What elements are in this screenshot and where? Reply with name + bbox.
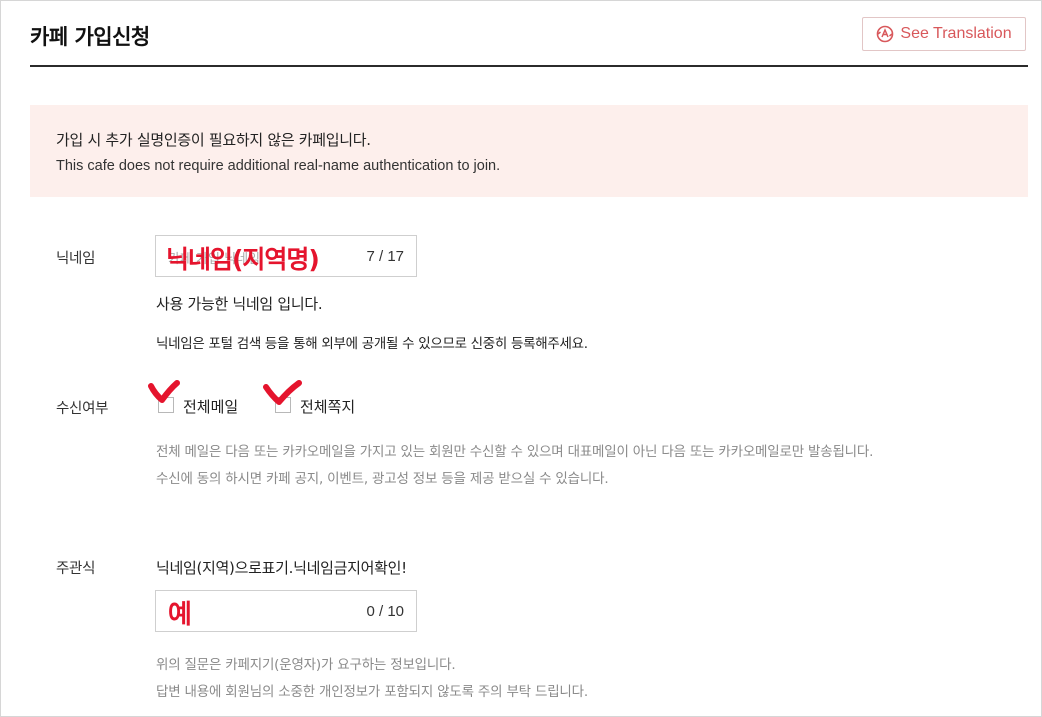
receive-help-line: 수신에 동의 하시면 카페 공지, 이벤트, 광고성 정보 등을 제공 받으실 … [156, 471, 609, 487]
nickname-guide-message: 닉네임은 포털 검색 등을 통해 외부에 공개될 수 있으므로 신중히 등록해주… [156, 336, 588, 352]
receive-help: 전체 메일은 다음 또는 카카오메일을 가지고 있는 회원만 수신할 수 있으며… [156, 439, 1006, 493]
see-translation-label: See Translation [900, 25, 1012, 42]
translate-circle-icon [877, 25, 894, 43]
page-title: 카페 가입신청 [30, 25, 150, 49]
notice-english: This cafe does not require additional re… [56, 158, 501, 174]
question-help-line: 답변 내용에 회원님의 소중한 개인정보가 포함되지 않도록 주의 부탁 드립니… [156, 684, 588, 700]
nickname-counter: 7 / 17 [366, 248, 404, 265]
question-counter: 0 / 10 [366, 603, 404, 620]
question-help: 위의 질문은 카페지기(운영자)가 요구하는 정보입니다. 답변 내용에 회원님… [156, 652, 1006, 706]
notice-korean: 가입 시 추가 실명인증이 필요하지 않은 카페입니다. [56, 131, 371, 149]
receive-label: 수신여부 [56, 401, 109, 417]
all-mail-label[interactable]: 전체메일 [183, 396, 238, 417]
question-prompt: 닉네임(지역)으로표기.닉네임금지어확인! [156, 559, 407, 577]
nickname-handwritten-value: 닉네임(지역명) [166, 245, 320, 274]
signup-panel: 카페 가입신청 See Translation 가입 시 추가 실명인증이 필요… [0, 0, 1042, 717]
notice-box: 가입 시 추가 실명인증이 필요하지 않은 카페입니다. This cafe d… [30, 105, 1028, 197]
title-divider [30, 65, 1028, 67]
red-checkmark-icon [263, 380, 302, 405]
nickname-available-message: 사용 가능한 닉네임 입니다. [156, 295, 323, 313]
question-help-line: 위의 질문은 카페지기(운영자)가 요구하는 정보입니다. [156, 657, 456, 673]
question-label: 주관식 [56, 561, 96, 577]
nickname-input[interactable]: 카페 가입 닉네임 닉네임(지역명) 7 / 17 [155, 235, 417, 277]
question-handwritten-answer: 예 [168, 600, 192, 630]
red-checkmark-icon [148, 380, 180, 403]
see-translation-button[interactable]: See Translation [862, 17, 1026, 51]
receive-help-line: 전체 메일은 다음 또는 카카오메일을 가지고 있는 회원만 수신할 수 있으며… [156, 444, 874, 460]
question-answer-input[interactable]: 예 0 / 10 [155, 590, 417, 632]
nickname-label: 닉네임 [56, 251, 96, 267]
all-message-label[interactable]: 전체쪽지 [300, 396, 355, 417]
